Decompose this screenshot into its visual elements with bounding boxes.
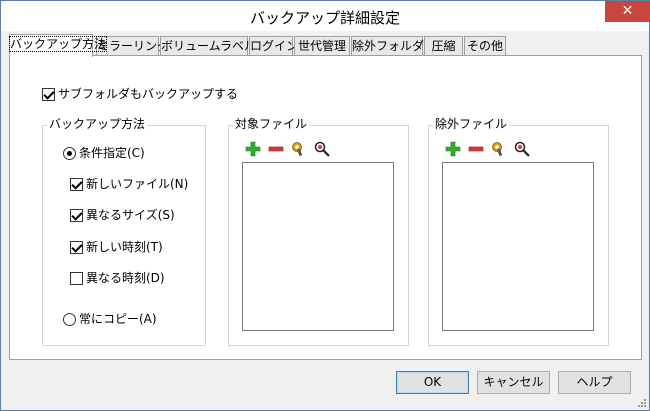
- cancel-button[interactable]: キャンセル: [477, 371, 550, 394]
- different-size-checkbox[interactable]: [70, 209, 83, 222]
- dialog-window: バックアップ詳細設定 ✕ バックアップ方法 ミラーリング ボリュームラベル ログ…: [0, 0, 650, 411]
- excluded-files-list[interactable]: [442, 162, 594, 331]
- new-file-checkbox[interactable]: [70, 178, 83, 191]
- subfolder-checkbox-label[interactable]: サブフォルダもバックアップする: [58, 87, 238, 102]
- tab-label: バックアップ方法: [8, 36, 108, 52]
- different-time-label[interactable]: 異なる時刻(D): [86, 271, 165, 286]
- ok-button[interactable]: OK: [396, 371, 469, 394]
- title-bar[interactable]: バックアップ詳細設定 ✕: [1, 1, 650, 31]
- tab-label: その他: [466, 39, 503, 53]
- subfolder-checkbox[interactable]: [42, 88, 55, 101]
- tab-label: 世代管理: [297, 39, 346, 53]
- excluded-files-title: 除外ファイル: [433, 117, 510, 132]
- tab-volume-label[interactable]: ボリュームラベル: [160, 36, 256, 56]
- tab-other[interactable]: その他: [464, 36, 506, 56]
- target-files-title: 対象ファイル: [233, 117, 310, 132]
- conditional-radio-label[interactable]: 条件指定(C): [79, 146, 145, 161]
- search-icon[interactable]: [514, 141, 530, 157]
- always-copy-label[interactable]: 常にコピー(A): [79, 312, 157, 327]
- tab-generation[interactable]: 世代管理: [294, 36, 350, 56]
- search-icon[interactable]: [314, 141, 330, 157]
- excluded-files-group: 除外ファイル: [428, 117, 609, 346]
- edit-icon[interactable]: [491, 141, 507, 157]
- add-icon[interactable]: [245, 141, 261, 157]
- remove-icon[interactable]: [468, 141, 484, 157]
- tab-backup-method[interactable]: バックアップ方法: [8, 34, 108, 57]
- tab-label: 除外フォルダ: [352, 39, 425, 53]
- conditional-radio[interactable]: [63, 147, 76, 160]
- tab-panel: サブフォルダもバックアップする バックアップ方法 条件指定(C) 新しいファイル…: [9, 55, 642, 360]
- backup-method-title: バックアップ方法: [47, 117, 148, 132]
- newer-time-label[interactable]: 新しい時刻(T): [86, 240, 163, 255]
- resize-grip-icon[interactable]: [637, 398, 647, 408]
- tab-label: ボリュームラベル: [161, 39, 257, 53]
- help-button[interactable]: ヘルプ: [558, 371, 631, 394]
- always-copy-radio[interactable]: [63, 313, 76, 326]
- target-files-list[interactable]: [242, 162, 394, 331]
- tab-login[interactable]: ログイン: [249, 36, 298, 56]
- edit-icon[interactable]: [291, 141, 307, 157]
- target-files-group: 対象ファイル: [228, 117, 409, 346]
- close-button[interactable]: ✕: [605, 1, 650, 22]
- tab-label: 圧縮: [431, 39, 456, 53]
- different-time-checkbox[interactable]: [70, 272, 83, 285]
- backup-method-group: バックアップ方法 条件指定(C) 新しいファイル(N) 異なるサイズ(S) 新し…: [42, 117, 206, 346]
- different-size-label[interactable]: 異なるサイズ(S): [86, 208, 175, 223]
- add-icon[interactable]: [445, 141, 461, 157]
- window-title: バックアップ詳細設定: [249, 9, 400, 27]
- newer-time-checkbox[interactable]: [70, 241, 83, 254]
- tab-label: ログイン: [250, 39, 299, 53]
- tab-exclude-folder[interactable]: 除外フォルダ: [351, 36, 425, 56]
- tab-compression[interactable]: 圧縮: [424, 36, 463, 56]
- tab-label: ミラーリング: [97, 39, 170, 53]
- remove-icon[interactable]: [268, 141, 284, 157]
- new-file-label[interactable]: 新しいファイル(N): [86, 177, 188, 192]
